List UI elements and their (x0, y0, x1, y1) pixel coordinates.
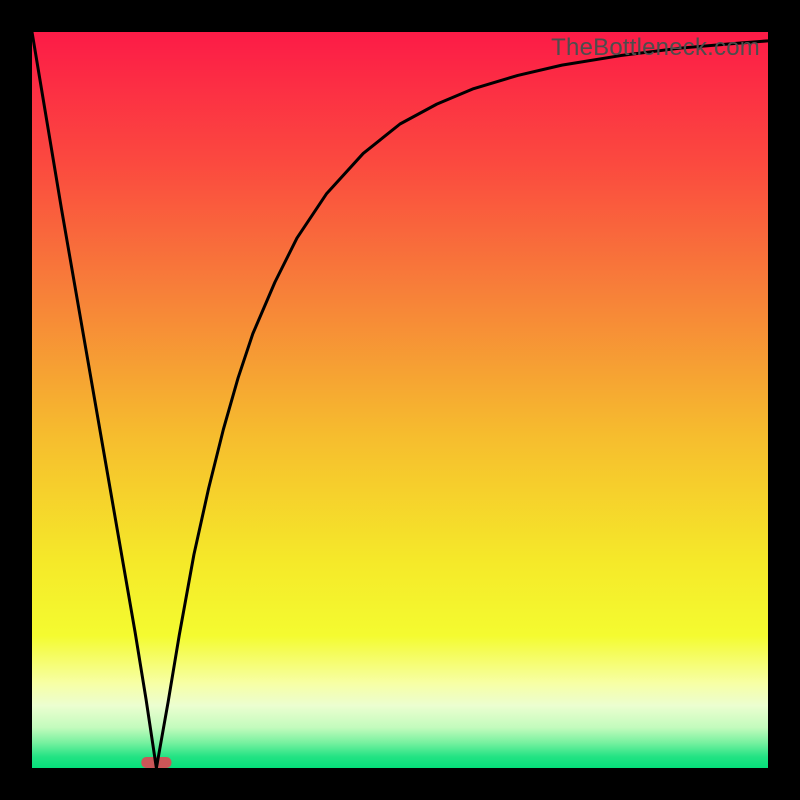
plot-area: TheBottleneck.com (32, 32, 768, 768)
chart-background (32, 32, 768, 768)
watermark-text: TheBottleneck.com (551, 34, 760, 62)
chart-container: TheBottleneck.com (0, 0, 800, 800)
chart-svg (32, 32, 768, 768)
